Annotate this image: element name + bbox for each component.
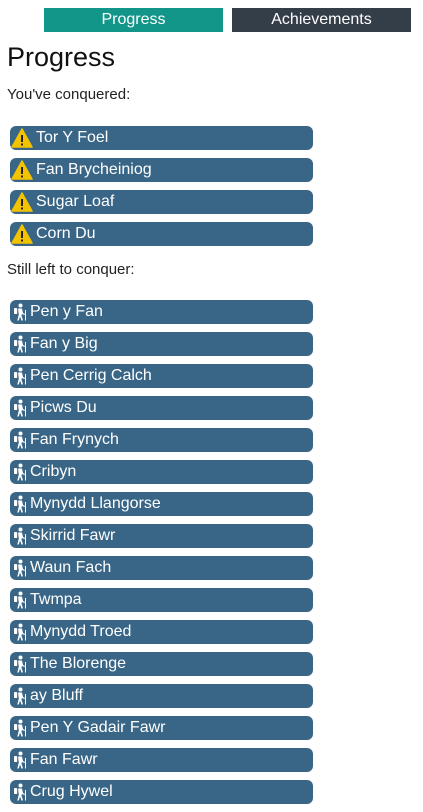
hiker-icon — [11, 367, 27, 385]
item-label: Mynydd Troed — [30, 623, 132, 640]
tab-achievements[interactable]: Achievements — [232, 8, 411, 32]
remaining-item[interactable]: Fan Frynych — [10, 428, 313, 452]
warning-icon — [11, 160, 33, 180]
hiker-icon — [11, 623, 27, 641]
item-label: Sugar Loaf — [36, 193, 115, 210]
tab-bar: Progress Achievements — [44, 8, 411, 32]
warning-icon — [11, 192, 33, 212]
remaining-item[interactable]: Mynydd Llangorse — [10, 492, 313, 516]
item-label: Picws Du — [30, 399, 97, 416]
hiker-icon — [11, 335, 27, 353]
hiker-icon — [11, 655, 27, 673]
hiker-icon — [11, 687, 27, 705]
conquered-item[interactable]: Sugar Loaf — [10, 190, 313, 214]
item-label: Mynydd Llangorse — [30, 495, 161, 512]
page-title: Progress — [7, 42, 116, 72]
remaining-item[interactable]: Twmpa — [10, 588, 313, 612]
item-label: Fan y Big — [30, 335, 98, 352]
remaining-item[interactable]: Pen Cerrig Calch — [10, 364, 313, 388]
conquered-item[interactable]: Fan Brycheiniog — [10, 158, 313, 182]
item-label: The Blorenge — [30, 655, 127, 672]
item-label: Pen y Fan — [30, 303, 103, 320]
item-label: Pen Cerrig Calch — [30, 367, 152, 384]
item-label: Twmpa — [30, 591, 82, 608]
remaining-heading: Still left to conquer: — [7, 261, 135, 278]
conquered-list: Tor Y Foel Fan Brycheiniog Sugar Loaf Corn … — [10, 126, 313, 254]
remaining-item[interactable]: Cribyn — [10, 460, 313, 484]
item-label: Pen Y Gadair Fawr — [30, 719, 166, 736]
remaining-item[interactable]: Fan Fawr — [10, 748, 313, 772]
remaining-item[interactable]: The Blorenge — [10, 652, 313, 676]
item-label: Waun Fach — [30, 559, 112, 576]
hiker-icon — [11, 431, 27, 449]
conquered-heading: You've conquered: — [7, 86, 131, 103]
hiker-icon — [11, 463, 27, 481]
item-label: ay Bluff — [30, 687, 84, 704]
hiker-icon — [11, 559, 27, 577]
item-label: Fan Frynych — [30, 431, 119, 448]
item-label: Corn Du — [36, 225, 96, 242]
remaining-item[interactable]: Waun Fach — [10, 556, 313, 580]
remaining-item[interactable]: ay Bluff — [10, 684, 313, 708]
warning-icon — [11, 224, 33, 244]
remaining-item[interactable]: Skirrid Fawr — [10, 524, 313, 548]
item-label: Cribyn — [30, 463, 77, 480]
item-label: Crug Hywel — [30, 783, 113, 800]
hiker-icon — [11, 303, 27, 321]
hiker-icon — [11, 751, 27, 769]
conquered-item[interactable]: Tor Y Foel — [10, 126, 313, 150]
remaining-item[interactable]: Fan y Big — [10, 332, 313, 356]
item-label: Fan Brycheiniog — [36, 161, 152, 178]
remaining-item[interactable]: Picws Du — [10, 396, 313, 420]
hiker-icon — [11, 783, 27, 801]
remaining-item[interactable]: Pen y Fan — [10, 300, 313, 324]
item-label: Fan Fawr — [30, 751, 98, 768]
tab-progress[interactable]: Progress — [44, 8, 223, 32]
item-label: Tor Y Foel — [36, 129, 109, 146]
remaining-list: Pen y Fan Fan y Big Pen Cerrig Calch Picws … — [10, 300, 313, 812]
hiker-icon — [11, 495, 27, 513]
warning-icon — [11, 128, 33, 148]
hiker-icon — [11, 399, 27, 417]
hiker-icon — [11, 719, 27, 737]
hiker-icon — [11, 591, 27, 609]
remaining-item[interactable]: Crug Hywel — [10, 780, 313, 804]
item-label: Skirrid Fawr — [30, 527, 116, 544]
remaining-item[interactable]: Mynydd Troed — [10, 620, 313, 644]
conquered-item[interactable]: Corn Du — [10, 222, 313, 246]
remaining-item[interactable]: Pen Y Gadair Fawr — [10, 716, 313, 740]
hiker-icon — [11, 527, 27, 545]
